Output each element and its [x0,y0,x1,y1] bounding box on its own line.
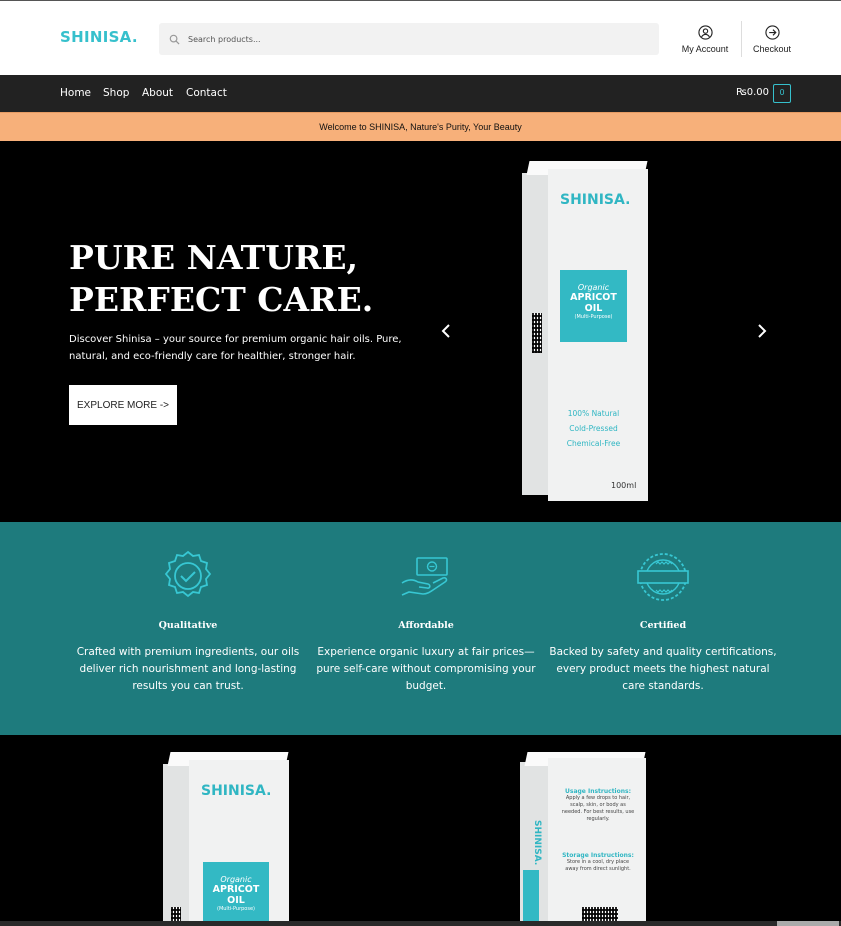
chevron-left-icon [441,324,450,338]
header-divider [741,21,742,57]
storage-text: Store in a cool, dry place away from dir… [565,859,631,872]
label-organic: Organic [577,283,610,292]
scrollbar-thumb[interactable] [777,921,839,926]
money-hand-icon [401,557,448,596]
feature-title: Qualitative [158,620,218,631]
box-label: Organic APRICOT OIL (Multi-Purpose) [203,862,269,926]
product-image-back: SHINISA. Usage Instructions: Apply a few… [520,752,648,926]
usage-instructions: Usage Instructions: Apply a few drops to… [560,788,636,823]
label-apricot-oil: APRICOT OIL [212,884,260,906]
box-brand: SHINISA. [201,783,272,799]
nav-about[interactable]: About [142,87,173,99]
store-notice: Welcome to SHINISA, Nature's Purity, You… [0,112,841,141]
label-organic: Organic [220,875,252,884]
hero-product-image: SHINISA. Organic APRICOT OIL (Multi-Purp… [522,161,650,503]
product-gallery: SHINISA. Organic APRICOT OIL (Multi-Purp… [0,735,841,926]
checkout-link[interactable]: Checkout [750,25,794,54]
box-label: Organic APRICOT OIL (Multi-Purpose) [560,270,627,342]
my-account-label: My Account [681,44,729,54]
feature-description: Crafted with premium ingredients, our oi… [76,646,300,692]
box-brand: SHINISA. [560,192,631,208]
box-claims: 100% Natural Cold-Pressed Chemical-Free [560,406,627,451]
search-input[interactable] [188,34,628,44]
box-side-brand: SHINISA. [532,820,542,866]
site-logo[interactable]: SHINISA. [60,28,138,46]
nav-home[interactable]: Home [60,87,91,99]
cart-total[interactable]: ₨0.00 [736,87,769,98]
storage-title: Storage Instructions: [562,852,634,859]
explore-more-button[interactable]: EXPLORE MORE -> [69,385,177,425]
hero-description: Discover Shinisa – your source for premi… [69,334,402,362]
side-label-block [523,870,539,925]
usage-text: Apply a few drops to hair, scalp, skin, … [561,795,635,822]
claim-cold-pressed: Cold-Pressed [569,424,618,433]
label-multipurpose: (Multi-Purpose) [217,906,255,912]
feature-title: Certified [639,620,687,631]
my-account-link[interactable]: My Account [680,25,730,54]
certified-stamp-icon [637,553,689,601]
hero-title-line-1: PURE NATURE, [69,238,359,277]
feature-description: Experience organic luxury at fair prices… [316,646,536,692]
horizontal-scrollbar[interactable] [0,921,841,926]
nav-contact[interactable]: Contact [186,87,227,99]
checkout-label: Checkout [752,44,792,54]
storage-instructions: Storage Instructions: Store in a cool, d… [560,852,636,873]
claim-chemical-free: Chemical-Free [566,439,621,448]
hero-title: PURE NATURE, PERFECT CARE. [69,237,429,321]
box-front-panel [548,758,646,926]
hero-slider: PURE NATURE, PERFECT CARE. Discover Shin… [0,141,841,522]
label-apricot-oil: APRICOT OIL [570,292,617,314]
claim-natural: 100% Natural [567,409,620,418]
usage-title: Usage Instructions: [565,788,631,795]
user-icon [697,25,713,40]
slider-next-button[interactable] [755,323,769,339]
label-multipurpose: (Multi-Purpose) [574,314,613,320]
search-bar[interactable] [159,23,659,55]
feature-title: Affordable [398,620,454,631]
quality-badge-icon [164,550,212,598]
cart-count-badge[interactable]: 0 [773,84,791,103]
qr-code [532,313,542,353]
site-header: SHINISA. My Account Checkout [0,1,841,75]
nav-shop[interactable]: Shop [103,87,129,99]
features-section: Qualitative Crafted with premium ingredi… [0,522,841,735]
slider-prev-button[interactable] [439,323,453,339]
chevron-right-icon [758,324,767,338]
box-volume: 100ml [611,481,637,490]
hero-title-line-2: PERFECT CARE. [69,280,374,319]
search-icon [169,34,180,45]
feature-description: Backed by safety and quality certificati… [549,646,777,692]
main-nav: Home Shop About Contact ₨0.00 [0,75,841,112]
product-image-front: SHINISA. Organic APRICOT OIL (Multi-Purp… [163,752,291,926]
arrow-circle-icon [764,25,780,40]
box-side-panel [163,764,189,926]
